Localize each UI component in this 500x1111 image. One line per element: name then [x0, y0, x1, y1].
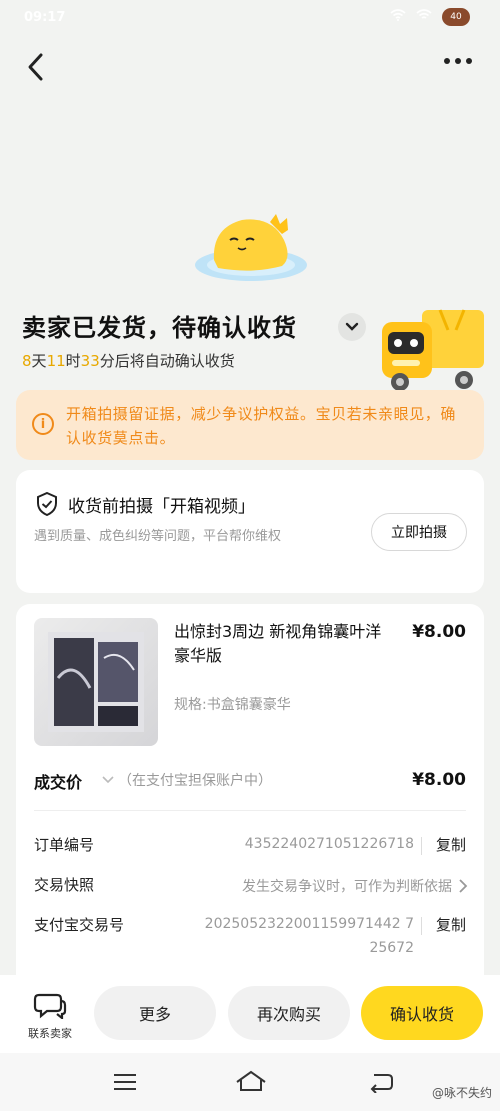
buy-again-button[interactable]: 再次购买 — [228, 986, 350, 1040]
deal-price-note: （在支付宝担保账户中） — [118, 773, 272, 789]
chevron-left-icon — [28, 53, 43, 81]
copy-alipay-trade-no-button[interactable]: 复制 — [436, 914, 466, 935]
status-time: 09:17 — [24, 10, 66, 25]
chevron-right-icon[interactable] — [458, 878, 468, 898]
countdown-hours: 11 — [46, 352, 66, 370]
order-number-value: 4352240271051226718 — [244, 836, 414, 852]
unboxing-tip-text: 开箱拍摄留证据，减少争议护权益。宝贝若未亲眼见，确认收货莫点击。 — [66, 405, 457, 447]
battery-icon: 40 — [442, 8, 470, 26]
product-spec: 规格:书盒锦囊豪华 — [174, 697, 291, 713]
status-bar: 09:17 40 — [0, 0, 500, 36]
back-nav-icon[interactable] — [366, 1071, 394, 1097]
countdown-hours-unit: 时 — [65, 352, 81, 370]
confirm-receipt-button[interactable]: 确认收货 — [361, 986, 483, 1040]
countdown-days-unit: 天 — [31, 352, 47, 370]
countdown-suffix: 分后将自动确认收货 — [99, 352, 235, 370]
countdown-minutes: 33 — [80, 352, 100, 370]
alipay-trade-no-value-line2: 25672 — [369, 940, 414, 956]
page-title: 卖家已发货，待确认收货 — [22, 314, 297, 342]
chevron-down-icon[interactable] — [100, 772, 116, 786]
unboxing-video-card: 收货前拍摄「开箱视频」 遇到质量、成色纠纷等问题，平台帮你维权 立即拍摄 — [16, 470, 484, 593]
more-button[interactable]: 更多 — [94, 986, 216, 1040]
divider — [421, 837, 422, 855]
unboxing-video-title: 收货前拍摄「开箱视频」 — [68, 497, 255, 517]
deal-price-label: 成交价 — [34, 773, 83, 792]
menu-icon[interactable] — [112, 1072, 138, 1096]
alipay-trade-no-label: 支付宝交易号 — [34, 916, 125, 934]
watermark: @咏不失约 — [431, 1086, 492, 1100]
wifi-icon — [390, 9, 406, 25]
expand-status-button[interactable] — [338, 313, 366, 341]
home-icon[interactable] — [234, 1069, 268, 1097]
product-image[interactable] — [34, 618, 158, 746]
mascot-illustration — [192, 210, 310, 285]
alipay-trade-no-value-line1: 2025052322001159971442 7 — [204, 916, 414, 932]
copy-order-number-button[interactable]: 复制 — [436, 834, 466, 855]
auto-confirm-countdown: 8天11时33分后将自动确认收货 — [22, 350, 235, 371]
signal-icon — [416, 9, 432, 25]
delivery-truck-illustration — [378, 300, 488, 395]
snapshot-value[interactable]: 发生交易争议时，可作为判断依据 — [242, 876, 452, 896]
back-button[interactable] — [22, 50, 52, 84]
contact-seller-label: 联系卖家 — [28, 1027, 72, 1040]
chevron-down-icon — [345, 322, 359, 331]
status-right: 40 — [390, 8, 470, 26]
info-icon: i — [32, 413, 54, 435]
product-price: ¥8.00 — [412, 622, 466, 642]
snapshot-label: 交易快照 — [34, 876, 95, 894]
bottom-action-bar: 联系卖家 更多 再次购买 确认收货 — [0, 975, 500, 1053]
shoot-now-button[interactable]: 立即拍摄 — [371, 513, 467, 551]
countdown-days: 8 — [22, 352, 32, 370]
divider — [421, 917, 422, 935]
deal-price: ¥8.00 — [412, 770, 466, 790]
product-name[interactable]: 出惊封3周边 新视角锦囊叶洋豪华版 — [174, 620, 384, 668]
order-card: 出惊封3周边 新视角锦囊叶洋豪华版 ¥8.00 规格:书盒锦囊豪华 成交价 （在… — [16, 604, 484, 1004]
order-number-label: 订单编号 — [34, 836, 95, 854]
unboxing-tip-banner: i 开箱拍摄留证据，减少争议护权益。宝贝若未亲眼见，确认收货莫点击。 — [16, 390, 484, 460]
shield-check-icon — [36, 491, 58, 517]
chat-bubble-icon — [33, 993, 67, 1021]
contact-seller-button[interactable]: 联系卖家 — [20, 991, 80, 1041]
divider — [34, 810, 466, 811]
more-dots-icon[interactable] — [444, 58, 472, 64]
unboxing-video-desc: 遇到质量、成色纠纷等问题，平台帮你维权 — [34, 529, 282, 544]
system-nav-bar — [0, 1053, 500, 1111]
